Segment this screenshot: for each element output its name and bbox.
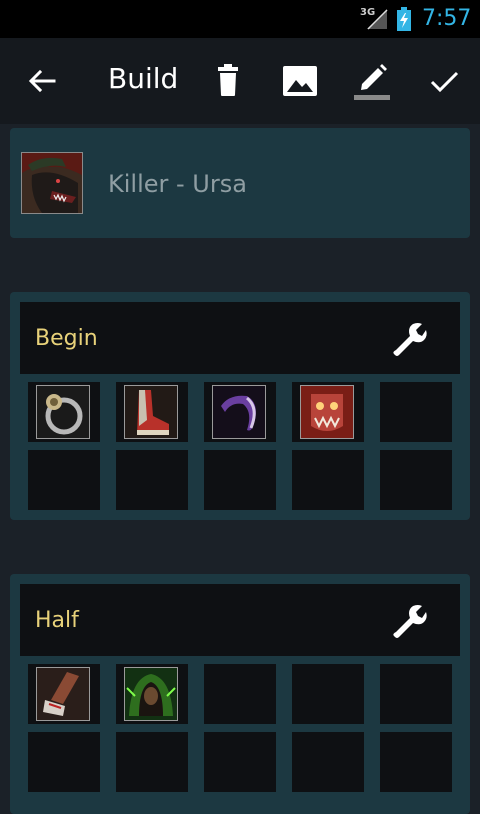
item-slot[interactable] [292,382,364,442]
section-header: Half [20,584,460,656]
wrench-icon[interactable] [390,602,428,640]
empty-item-slot[interactable] [28,732,100,792]
page-title: Build [108,62,179,95]
edit-icon[interactable] [352,58,392,102]
item-slot[interactable] [28,382,100,442]
back-arrow-icon[interactable] [24,63,60,99]
status-bar: 3G 7:57 [0,0,480,38]
empty-item-slot[interactable] [292,450,364,510]
hooded-figure-item-icon [124,667,178,721]
section-header: Begin [20,302,460,374]
empty-item-slot[interactable] [380,732,452,792]
wrench-icon[interactable] [390,320,428,358]
delete-icon[interactable] [210,62,246,98]
empty-item-slot[interactable] [292,664,364,724]
done-icon[interactable] [424,62,464,102]
mask-item-icon [300,385,354,439]
boots-item-icon [124,385,178,439]
empty-item-slot[interactable] [28,450,100,510]
build-section-begin: Begin [10,292,470,520]
signal-icon [367,9,388,30]
empty-item-slot[interactable] [380,664,452,724]
item-slot[interactable] [204,382,276,442]
clock-time: 7:57 [422,6,472,31]
empty-item-slot[interactable] [380,382,452,442]
image-icon[interactable] [281,62,319,100]
item-slot[interactable] [116,664,188,724]
empty-item-slot[interactable] [116,450,188,510]
battery-icon [397,7,411,31]
hero-card[interactable]: Killer - Ursa [10,128,470,238]
claw-item-icon [212,385,266,439]
item-slot[interactable] [116,382,188,442]
section-title: Begin [35,326,98,351]
action-bar: Build [0,38,480,124]
build-section-half: Half [10,574,470,814]
empty-item-slot[interactable] [292,732,364,792]
empty-item-slot[interactable] [204,450,276,510]
ursa-portrait-icon [21,152,83,214]
section-title: Half [35,608,79,633]
item-slot[interactable] [28,664,100,724]
ring-item-icon [36,385,90,439]
empty-item-slot[interactable] [380,450,452,510]
empty-item-slot[interactable] [204,664,276,724]
greaves-item-icon [36,667,90,721]
hero-name: Killer - Ursa [108,170,247,198]
empty-item-slot[interactable] [204,732,276,792]
empty-item-slot[interactable] [116,732,188,792]
